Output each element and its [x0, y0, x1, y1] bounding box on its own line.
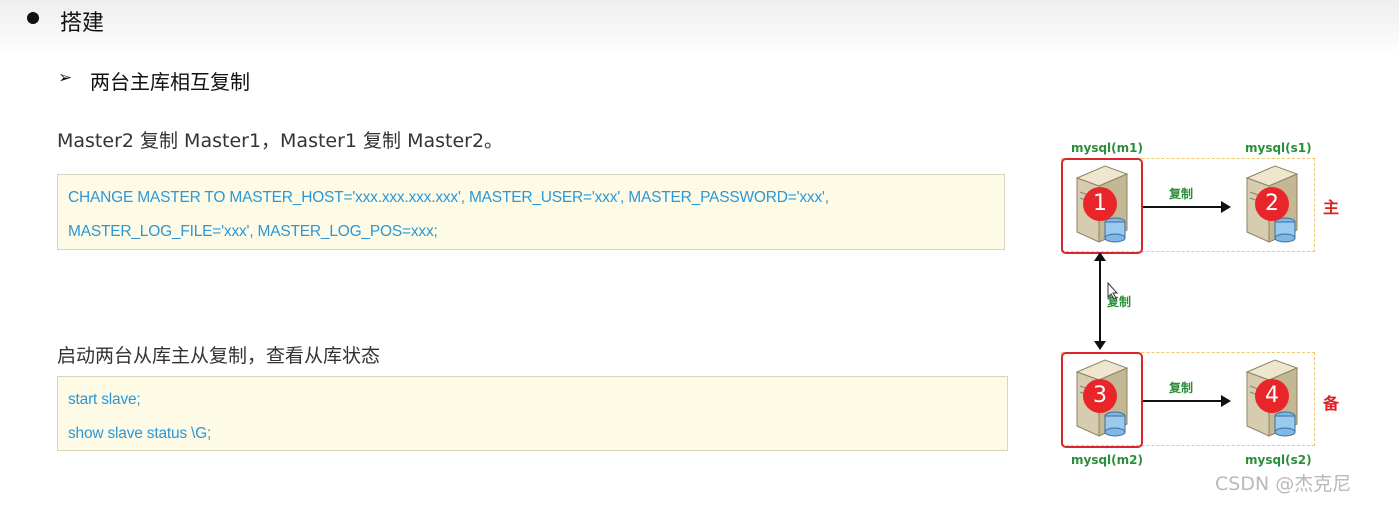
slide-subheading: 两台主库相互复制	[90, 70, 250, 94]
label-mysql-m2: mysql(m2)	[1071, 453, 1143, 467]
description-replication: Master2 复制 Master1，Master1 复制 Master2。	[57, 130, 504, 152]
arrow-bullet-icon: ➢	[58, 68, 73, 88]
role-primary: 主	[1323, 198, 1340, 217]
label-copy: 复制	[1169, 187, 1194, 201]
arrow-m1-m2-bidirectional	[1094, 252, 1106, 350]
code-line: show slave status \G;	[68, 425, 212, 442]
slide-heading: 搭建	[60, 11, 105, 36]
arrow-m2-to-s2	[1143, 395, 1231, 407]
description-start-slave: 启动两台从库主从复制，查看从库状态	[57, 345, 381, 367]
code-block-change-master: CHANGE MASTER TO MASTER_HOST='xxx.xxx.xx…	[57, 174, 1005, 250]
replication-diagram: mysql(m1) mysql(s1) 1 2 复制 主 复制 3 4 复制 备…	[1045, 130, 1345, 475]
label-mysql-s2: mysql(s2)	[1245, 453, 1312, 467]
code-line: CHANGE MASTER TO MASTER_HOST='xxx.xxx.xx…	[68, 189, 829, 206]
node-number-badge: 1	[1083, 187, 1117, 221]
node-number-badge: 4	[1255, 379, 1289, 413]
label-mysql-m1: mysql(m1)	[1071, 141, 1143, 155]
code-line: MASTER_LOG_FILE='xxx', MASTER_LOG_POS=xx…	[68, 223, 438, 240]
code-block-start-slave: start slave; show slave status \G;	[57, 376, 1008, 451]
label-copy: 复制	[1169, 381, 1194, 395]
top-band	[0, 0, 1399, 58]
watermark: CSDN @杰克尼	[1215, 473, 1352, 495]
role-backup: 备	[1323, 394, 1340, 413]
mouse-cursor-icon	[1107, 282, 1119, 300]
bullet-dot	[27, 12, 39, 24]
arrow-m1-to-s1	[1143, 201, 1231, 213]
label-mysql-s1: mysql(s1)	[1245, 141, 1312, 155]
node-number-badge: 2	[1255, 187, 1289, 221]
code-line: start slave;	[68, 391, 141, 408]
node-number-badge: 3	[1083, 379, 1117, 413]
